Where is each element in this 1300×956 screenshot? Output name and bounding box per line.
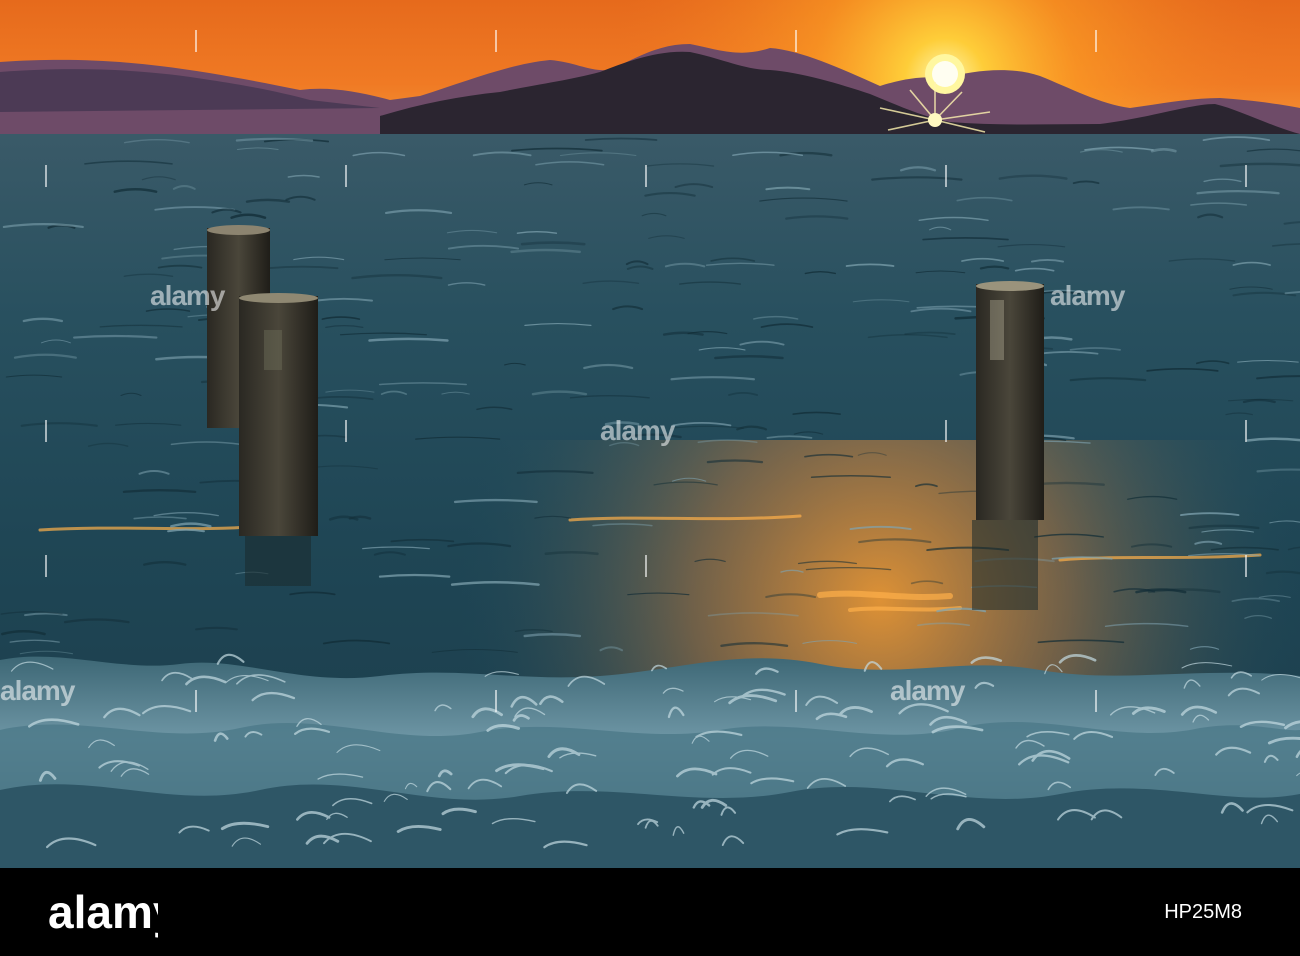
image-frame: alamyalamyalamyalamyalamy alamy HP25M8	[0, 0, 1300, 956]
pier-post-left-front	[239, 293, 318, 536]
svg-text:alamy: alamy	[48, 886, 158, 938]
footer-bar: alamy HP25M8	[0, 868, 1300, 956]
image-id: HP25M8	[1164, 901, 1242, 923]
alamy-logo: alamy	[48, 886, 158, 938]
pier-post-right	[976, 281, 1044, 520]
sunset-sea-photo	[0, 0, 1300, 868]
